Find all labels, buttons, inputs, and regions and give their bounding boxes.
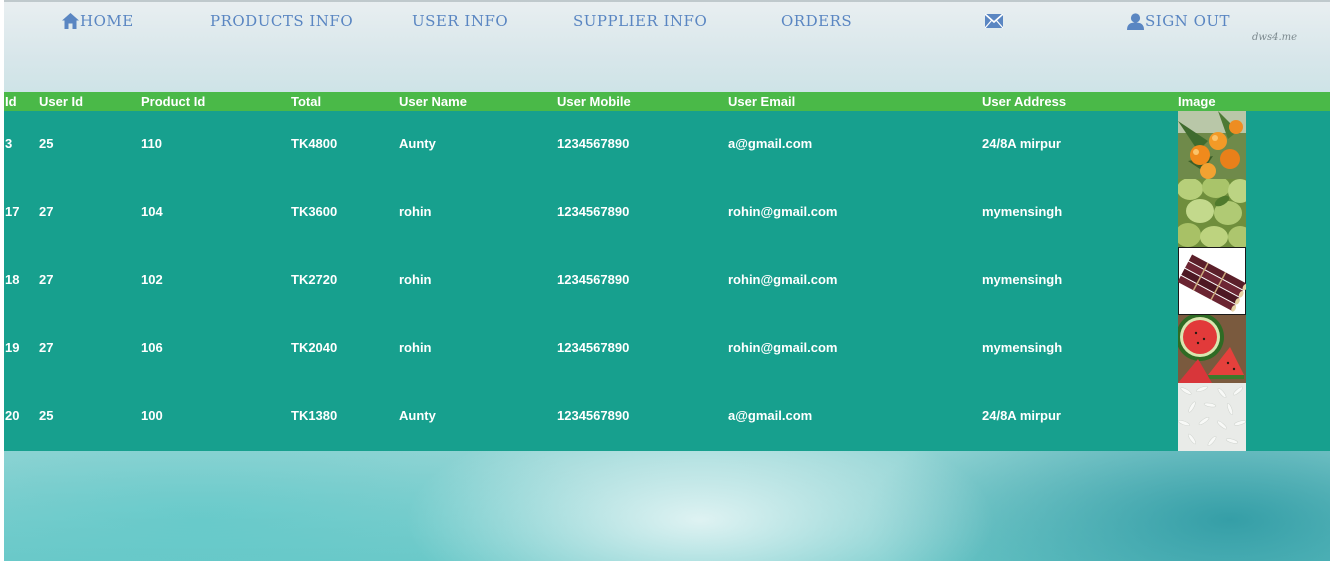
nav-supplier-info[interactable]: SUPPLIER INFO — [573, 10, 707, 32]
cell-total: TK2720 — [291, 272, 338, 287]
col-header-image: Image — [1178, 94, 1216, 109]
cell-user-id: 25 — [39, 136, 54, 151]
cell-user-id: 27 — [39, 340, 54, 355]
product-image-watermelon — [1178, 315, 1246, 383]
nav-products-info[interactable]: PRODUCTS INFO — [210, 10, 353, 32]
col-header-user-name: User Name — [399, 94, 467, 109]
product-image-oranges — [1178, 111, 1246, 179]
cell-total: TK4800 — [291, 136, 338, 151]
cell-user-email: rohin@gmail.com — [728, 204, 838, 219]
orders-table: Id User Id Product Id Total User Name Us… — [4, 92, 1330, 451]
table-row: 3 25 110 TK4800 Aunty 1234567890 a@gmail… — [4, 111, 1330, 179]
nav-sign-out-label: SIGN OUT — [1145, 12, 1231, 30]
cell-user-name: Aunty — [399, 408, 436, 423]
cell-user-mobile: 1234567890 — [557, 340, 630, 355]
cell-user-id: 27 — [39, 272, 54, 287]
cell-user-mobile: 1234567890 — [557, 272, 630, 287]
table-row: 20 25 100 TK1380 Aunty 1234567890 a@gmai… — [4, 383, 1330, 451]
cell-user-name: rohin — [399, 204, 432, 219]
table-row: 18 27 102 TK2720 rohin 1234567890 rohin@… — [4, 247, 1330, 315]
cell-user-email: rohin@gmail.com — [728, 340, 838, 355]
cell-product-id: 100 — [141, 408, 163, 423]
col-header-product-id: Product Id — [141, 94, 206, 109]
cell-id: 3 — [5, 136, 13, 151]
table-row: 17 27 104 TK3600 rohin 1234567890 rohin@… — [4, 179, 1330, 247]
cell-user-address: 24/8A mirpur — [982, 408, 1061, 423]
nav-home[interactable]: HOME — [62, 10, 134, 32]
cell-user-address: mymensingh — [982, 204, 1063, 219]
cell-user-address: mymensingh — [982, 272, 1063, 287]
watermark: dws4.me — [1252, 32, 1298, 43]
cell-user-id: 27 — [39, 204, 54, 219]
nav-home-label: HOME — [80, 12, 134, 30]
cell-product-id: 104 — [141, 204, 163, 219]
table-header: Id User Id Product Id Total User Name Us… — [4, 92, 1330, 111]
col-header-user-mobile: User Mobile — [557, 94, 631, 109]
nav-supplier-info-label: SUPPLIER INFO — [573, 12, 708, 30]
cell-user-name: rohin — [399, 272, 432, 287]
col-header-total: Total — [291, 94, 322, 109]
cell-user-address: mymensingh — [982, 340, 1063, 355]
nav-mail[interactable] — [985, 10, 1003, 32]
product-image-guavas — [1178, 179, 1246, 247]
cell-id: 18 — [5, 272, 20, 287]
nav-user-info-label: USER INFO — [412, 12, 509, 30]
cell-total: TK2040 — [291, 340, 338, 355]
user-icon — [1127, 12, 1144, 30]
nav-sign-out[interactable]: SIGN OUT — [1127, 10, 1230, 32]
main-nav: HOME PRODUCTS INFO USER INFO SUPPLIER IN… — [0, 0, 1330, 43]
cell-user-name: Aunty — [399, 136, 436, 151]
nav-orders-label: ORDERS — [781, 12, 853, 30]
col-header-user-address: User Address — [982, 94, 1067, 109]
cell-user-mobile: 1234567890 — [557, 408, 630, 423]
home-icon — [62, 13, 79, 29]
col-header-user-id: User Id — [39, 94, 84, 109]
envelope-icon — [985, 14, 1003, 28]
cell-product-id: 106 — [141, 340, 163, 355]
cell-user-name: rohin — [399, 340, 432, 355]
cell-product-id: 110 — [141, 136, 162, 151]
cell-total: TK1380 — [291, 408, 338, 423]
cell-user-mobile: 1234567890 — [557, 204, 630, 219]
cell-id: 20 — [5, 408, 20, 423]
cell-total: TK3600 — [291, 204, 338, 219]
cell-user-email: rohin@gmail.com — [728, 272, 838, 287]
cell-user-email: a@gmail.com — [728, 408, 813, 423]
col-header-id: Id — [5, 94, 17, 109]
cell-user-id: 25 — [39, 408, 54, 423]
cell-product-id: 102 — [141, 272, 163, 287]
product-image-sugarcane — [1178, 247, 1246, 315]
nav-products-info-label: PRODUCTS INFO — [210, 12, 354, 30]
cell-user-mobile: 1234567890 — [557, 136, 630, 151]
product-image-rice — [1178, 383, 1246, 451]
table-row: 19 27 106 TK2040 rohin 1234567890 rohin@… — [4, 315, 1330, 383]
cell-user-address: 24/8A mirpur — [982, 136, 1061, 151]
nav-orders[interactable]: ORDERS — [781, 10, 852, 32]
cell-id: 17 — [5, 204, 20, 219]
col-header-user-email: User Email — [728, 94, 796, 109]
nav-user-info[interactable]: USER INFO — [412, 10, 508, 32]
cell-id: 19 — [5, 340, 20, 355]
cell-user-email: a@gmail.com — [728, 136, 813, 151]
